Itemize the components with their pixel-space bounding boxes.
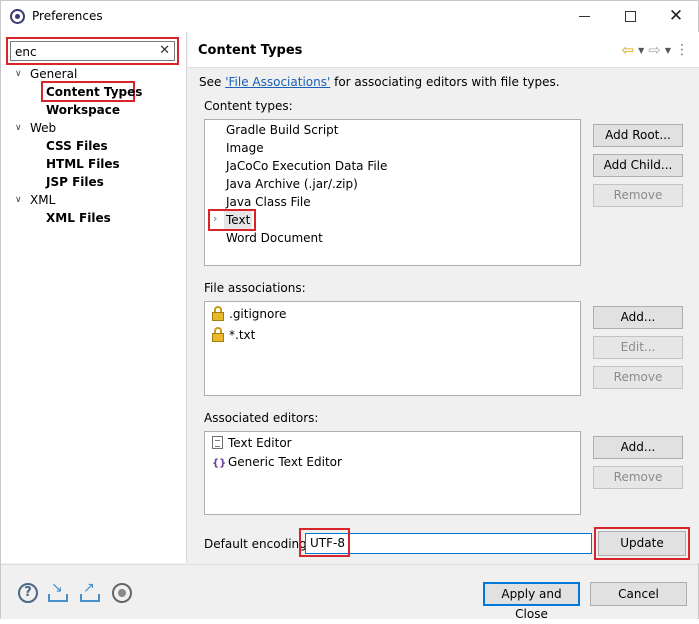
chevron-down-icon[interactable]: ∨ — [15, 119, 22, 137]
tree-item-content-types[interactable]: Content Types — [46, 83, 142, 101]
associated-editors-label: Associated editors: — [204, 411, 319, 425]
add-file-association-button[interactable]: Add... — [593, 306, 683, 329]
editor-item[interactable]: {} Generic Text Editor — [212, 453, 342, 471]
content-type-item[interactable]: Java Archive (.jar/.zip) — [226, 175, 358, 193]
remove-content-type-button[interactable]: Remove — [593, 184, 683, 207]
record-icon[interactable] — [112, 583, 132, 603]
back-dropdown-icon[interactable]: ▼ — [638, 46, 644, 55]
content-types-page: Content Types ⇦ ▼ ⇨ ▼ ⋮ See 'File Associ… — [188, 32, 699, 563]
tree-item-workspace[interactable]: Workspace — [46, 101, 120, 119]
tree-item-jsp-files[interactable]: JSP Files — [46, 173, 104, 191]
file-association-label: *.txt — [229, 328, 256, 342]
page-navigation: ⇦ ▼ ⇨ ▼ ⋮ — [622, 41, 689, 59]
lock-icon — [212, 306, 224, 321]
export-icon[interactable]: ↗ — [80, 580, 100, 603]
file-associations-hint: See 'File Associations' for associating … — [199, 75, 560, 89]
content-type-item[interactable]: Image — [226, 139, 264, 157]
encoding-highlight — [299, 528, 350, 557]
clear-icon[interactable]: ✕ — [159, 43, 170, 58]
minimize-button[interactable] — [561, 1, 607, 32]
remove-file-association-button[interactable]: Remove — [593, 366, 683, 389]
back-arrow-icon[interactable]: ⇦ — [622, 41, 635, 59]
hint-prefix: See — [199, 75, 226, 89]
add-child-button[interactable]: Add Child... — [593, 154, 683, 177]
import-icon[interactable]: ↘ — [48, 580, 68, 603]
apply-and-close-button[interactable]: Apply and Close — [483, 582, 580, 621]
add-editor-button[interactable]: Add... — [593, 436, 683, 459]
edit-file-association-button[interactable]: Edit... — [593, 336, 683, 359]
add-root-button[interactable]: Add Root... — [593, 124, 683, 147]
forward-dropdown-icon[interactable]: ▼ — [665, 46, 671, 55]
content-type-item[interactable]: Gradle Build Script — [226, 121, 338, 139]
file-associations-label: File associations: — [204, 281, 306, 295]
content-type-item-selected[interactable]: Text — [224, 211, 253, 229]
filter-highlight: enc ✕ — [6, 37, 179, 65]
content-types-label: Content types: — [204, 99, 293, 113]
file-association-label: .gitignore — [229, 307, 287, 321]
editor-label: Text Editor — [228, 436, 292, 450]
page-header: Content Types ⇦ ▼ ⇨ ▼ ⋮ — [188, 32, 699, 68]
update-button[interactable]: Update — [598, 531, 686, 556]
preferences-window: Preferences ✕ enc ✕ ∨ General Content Ty… — [0, 0, 699, 621]
forward-arrow-icon[interactable]: ⇨ — [648, 41, 661, 59]
remove-editor-button[interactable]: Remove — [593, 466, 683, 489]
filter-input[interactable]: enc ✕ — [10, 41, 175, 61]
file-associations-list[interactable]: .gitignore *.txt — [204, 301, 581, 396]
associated-editors-list[interactable]: Text Editor {} Generic Text Editor — [204, 431, 581, 515]
file-association-item[interactable]: *.txt — [212, 326, 255, 344]
file-association-item[interactable]: .gitignore — [212, 305, 286, 323]
filter-text: enc — [15, 45, 37, 59]
tree-item-xml-files[interactable]: XML Files — [46, 209, 111, 227]
minimize-icon — [578, 16, 590, 17]
text-editor-icon — [212, 436, 223, 449]
tree-item-css-files[interactable]: CSS Files — [46, 137, 108, 155]
close-icon: ✕ — [668, 6, 684, 26]
title-bar: Preferences ✕ — [1, 1, 698, 32]
tree-item-label: Web — [30, 121, 57, 135]
editor-item[interactable]: Text Editor — [212, 434, 292, 452]
file-associations-link[interactable]: 'File Associations' — [225, 75, 330, 89]
editor-label: Generic Text Editor — [228, 455, 342, 469]
close-button[interactable]: ✕ — [653, 1, 699, 32]
chevron-down-icon[interactable]: ∨ — [15, 65, 22, 83]
generic-editor-icon: {} — [212, 458, 227, 469]
maximize-button[interactable] — [607, 1, 653, 32]
chevron-right-icon[interactable]: › — [213, 212, 217, 225]
help-icon[interactable]: ? — [18, 583, 38, 603]
eclipse-app-icon — [10, 9, 25, 24]
hint-suffix: for associating editors with file types. — [330, 75, 560, 89]
window-title: Preferences — [32, 9, 103, 23]
page-title: Content Types — [198, 43, 303, 58]
lock-icon — [212, 327, 224, 342]
default-encoding-label: Default encoding: — [204, 537, 311, 551]
content-type-item[interactable]: JaCoCo Execution Data File — [226, 157, 387, 175]
tree-item-label: XML — [30, 193, 56, 207]
chevron-down-icon[interactable]: ∨ — [15, 191, 22, 209]
cancel-button[interactable]: Cancel — [590, 582, 687, 606]
preferences-tree-pane: enc ✕ ∨ General Content Types Workspace … — [1, 32, 187, 563]
dialog-button-bar: ? ↘ ↗ Apply and Close Cancel — [1, 564, 698, 621]
content-types-tree[interactable]: Gradle Build Script Image JaCoCo Executi… — [204, 119, 581, 266]
maximize-icon — [624, 11, 636, 22]
view-menu-icon[interactable]: ⋮ — [675, 42, 689, 58]
tree-item-html-files[interactable]: HTML Files — [46, 155, 120, 173]
content-type-item[interactable]: Word Document — [226, 229, 323, 247]
